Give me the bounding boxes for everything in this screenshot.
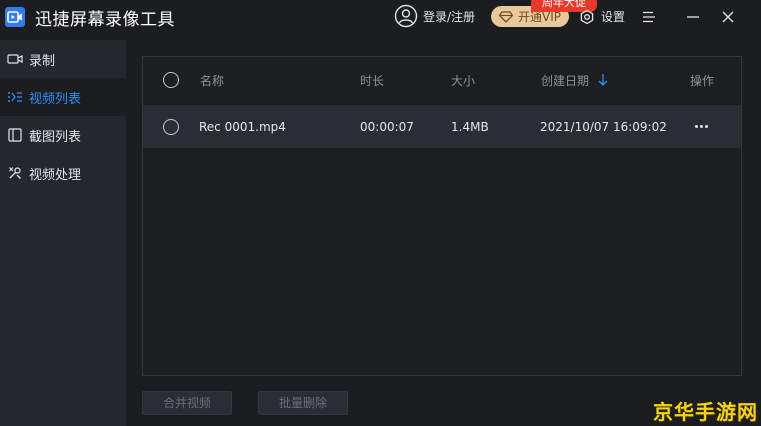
menu-button[interactable] bbox=[638, 7, 660, 27]
close-button[interactable] bbox=[717, 7, 739, 27]
settings-button[interactable]: 设置 bbox=[579, 8, 625, 25]
column-header-created-label: 创建日期 bbox=[541, 73, 590, 88]
login-button[interactable]: 登录/注册 bbox=[394, 4, 475, 28]
merge-videos-button[interactable]: 合并视频 bbox=[142, 391, 232, 415]
image-icon bbox=[7, 127, 23, 143]
sidebar-item-label: 视频列表 bbox=[29, 91, 82, 107]
batch-delete-button[interactable]: 批量删除 bbox=[258, 391, 348, 415]
title-bar: 迅捷屏幕录像工具 登录/注册 开通VIP 周年大促 设置 bbox=[0, 0, 761, 36]
app-logo-icon bbox=[5, 7, 25, 27]
column-header-duration[interactable]: 时长 bbox=[360, 57, 384, 103]
sidebar-item-video-processing[interactable]: 视频处理 bbox=[0, 154, 126, 192]
tools-icon bbox=[7, 165, 23, 181]
video-camera-icon bbox=[7, 51, 23, 67]
sidebar-item-video-list[interactable]: 视频列表 bbox=[0, 78, 126, 116]
row-select-radio[interactable] bbox=[163, 118, 179, 135]
sidebar-item-record[interactable]: 录制 bbox=[0, 40, 126, 78]
file-size: 1.4MB bbox=[451, 119, 489, 134]
sidebar-item-label: 视频处理 bbox=[29, 167, 82, 183]
column-header-size[interactable]: 大小 bbox=[451, 57, 475, 103]
sidebar-item-screenshot-list[interactable]: 截图列表 bbox=[0, 116, 126, 154]
video-list-panel: 名称 时长 大小 创建日期 操作 Rec 0001.mp4 00:00:07 1… bbox=[142, 56, 742, 376]
app-title: 迅捷屏幕录像工具 bbox=[35, 10, 175, 30]
column-header-created[interactable]: 创建日期 bbox=[541, 57, 609, 103]
select-all-radio[interactable] bbox=[163, 72, 179, 88]
sidebar: 录制 视频列表 截图列表 视频处理 bbox=[0, 40, 126, 426]
gear-icon bbox=[580, 9, 594, 24]
table-header: 名称 时长 大小 创建日期 操作 bbox=[143, 57, 741, 103]
minimize-icon bbox=[687, 16, 699, 18]
file-created-date: 2021/10/07 16:09:02 bbox=[540, 119, 667, 134]
close-icon bbox=[722, 11, 734, 23]
file-duration: 00:00:07 bbox=[360, 119, 414, 134]
table-row[interactable]: Rec 0001.mp4 00:00:07 1.4MB 2021/10/07 1… bbox=[143, 105, 741, 148]
menu-icon bbox=[643, 11, 655, 23]
user-avatar-icon bbox=[394, 4, 418, 28]
column-header-actions: 操作 bbox=[690, 73, 715, 88]
login-label: 登录/注册 bbox=[423, 9, 476, 24]
sidebar-item-label: 录制 bbox=[29, 53, 56, 69]
column-header-name[interactable]: 名称 bbox=[200, 57, 224, 103]
diamond-icon bbox=[499, 10, 513, 23]
sort-arrow-down-icon bbox=[598, 74, 608, 86]
site-watermark: 京华手游网 bbox=[653, 400, 758, 424]
minimize-button[interactable] bbox=[682, 7, 704, 27]
more-options-icon[interactable] bbox=[695, 125, 708, 128]
sidebar-item-label: 截图列表 bbox=[29, 129, 82, 145]
file-name: Rec 0001.mp4 bbox=[199, 119, 286, 134]
settings-label: 设置 bbox=[601, 10, 626, 24]
list-icon bbox=[7, 89, 23, 105]
